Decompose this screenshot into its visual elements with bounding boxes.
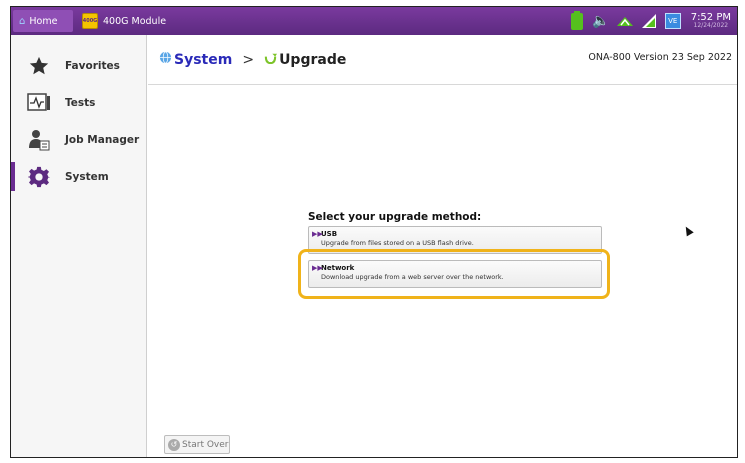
upgrade-method-title: Select your upgrade method: [308,211,482,223]
sidebar-item-job-manager[interactable]: Job Manager [11,121,146,158]
sidebar-item-label: Job Manager [65,133,140,146]
home-icon: ⌂ [19,15,26,27]
home-button[interactable]: ⌂ Home [13,10,73,32]
sidebar: Favorites Tests Job Manager System [11,35,147,457]
breadcrumb-separator: > [242,51,255,68]
module-icon-text: 400G [82,18,98,24]
top-bar: ⌂ Home 400G 400G Module 🔈 VE 7:52 PM 12/… [11,7,737,35]
gear-icon [27,165,51,189]
system-tray: 🔈 VE 7:52 PM 12/24/2022 [565,7,737,35]
mouse-cursor-icon [682,224,694,237]
home-label: Home [29,15,58,27]
clock[interactable]: 7:52 PM 12/24/2022 [685,13,737,29]
network-icon[interactable] [616,12,634,30]
upgrade-icon [264,51,278,68]
module-icon: 400G [82,13,98,29]
page-title: Upgrade [279,51,347,68]
start-over-label: Start Over [182,439,229,450]
ve-label: VE [664,13,681,29]
sidebar-item-tests[interactable]: Tests [11,84,146,121]
sidebar-item-label: System [65,170,109,183]
sidebar-item-label: Tests [65,96,96,109]
system-globe-icon [159,51,172,68]
module-label: 400G Module [103,15,167,27]
highlight-box [298,249,610,299]
start-over-button[interactable]: ↺ Start Over [164,435,230,454]
page-header: System > Upgrade ONA-800 Version 23 Sep … [148,35,737,85]
module-button[interactable]: 400G 400G Module [76,10,172,32]
back-arrow-icon: ↺ [168,438,180,451]
sidebar-item-favorites[interactable]: Favorites [11,47,146,84]
speaker-icon[interactable]: 🔈 [592,12,610,30]
breadcrumb: System > Upgrade [159,51,346,68]
battery-icon[interactable] [568,10,586,30]
clock-date: 12/24/2022 [693,22,729,29]
job-manager-icon [27,128,51,152]
sidebar-item-label: Favorites [65,59,120,72]
sidebar-item-system[interactable]: System [11,158,146,195]
tests-icon [27,91,51,115]
double-arrow-icon: ▶▶ [312,230,323,238]
version-label: ONA-800 Version 23 Sep 2022 [588,52,732,63]
signal-icon[interactable] [640,12,658,30]
option-description: Upgrade from files stored on a USB flash… [321,239,474,247]
app-window: ⌂ Home 400G 400G Module 🔈 VE 7:52 PM 12/… [10,6,738,458]
breadcrumb-system-link[interactable]: System [174,52,232,68]
ve-icon[interactable]: VE [664,12,682,30]
option-title: USB [321,230,338,238]
star-icon [27,54,51,78]
